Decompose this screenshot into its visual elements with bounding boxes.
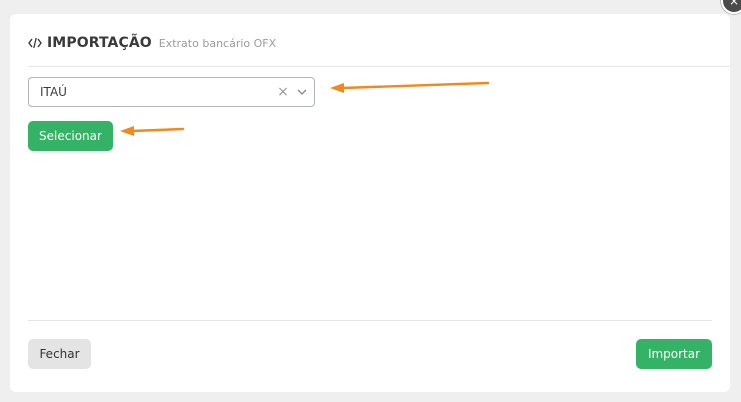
bank-select-value: ITAÚ — [40, 85, 67, 99]
header-divider — [28, 66, 730, 67]
footer-divider — [28, 320, 712, 321]
modal-subtitle: Extrato bancário OFX — [158, 36, 277, 50]
close-button[interactable]: Fechar — [28, 339, 91, 369]
bank-select[interactable]: ITAÚ × — [28, 77, 315, 107]
close-corner-icon[interactable]: × — [721, 0, 741, 14]
clear-icon[interactable]: × — [276, 85, 290, 99]
modal-header: IMPORTAÇÃO Extrato bancário OFX — [28, 32, 712, 54]
chevron-down-icon[interactable] — [296, 86, 308, 98]
import-modal: IMPORTAÇÃO Extrato bancário OFX ITAÚ × S… — [10, 14, 730, 392]
import-button[interactable]: Importar — [636, 339, 712, 369]
select-button[interactable]: Selecionar — [28, 121, 113, 151]
code-icon — [28, 36, 42, 50]
modal-title: IMPORTAÇÃO — [47, 35, 152, 51]
page: × IMPORTAÇÃO Extrato bancário OFX ITAÚ × — [0, 0, 741, 402]
